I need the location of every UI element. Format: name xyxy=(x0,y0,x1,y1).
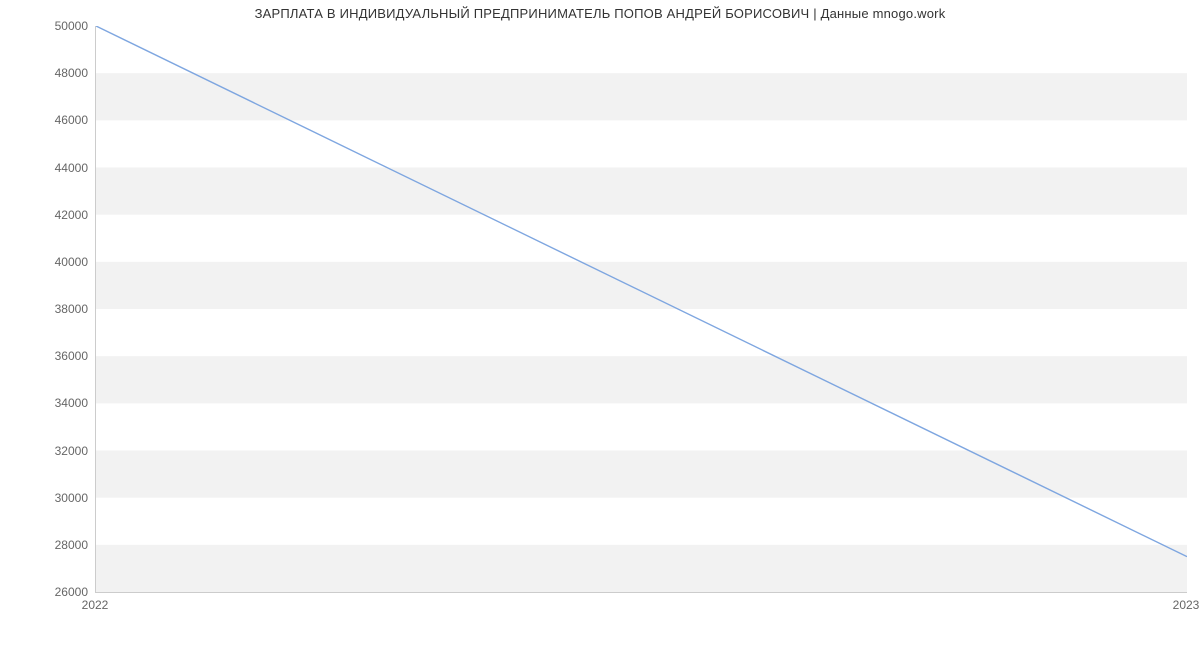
y-tick-label: 32000 xyxy=(8,444,88,458)
y-tick-label: 50000 xyxy=(8,19,88,33)
y-tick-label: 46000 xyxy=(8,113,88,127)
chart-title: ЗАРПЛАТА В ИНДИВИДУАЛЬНЫЙ ПРЕДПРИНИМАТЕЛ… xyxy=(0,6,1200,21)
x-tick-label: 2022 xyxy=(82,598,109,612)
plot-area xyxy=(95,26,1187,593)
y-tick-label: 36000 xyxy=(8,349,88,363)
y-tick-label: 28000 xyxy=(8,538,88,552)
y-tick-label: 48000 xyxy=(8,66,88,80)
x-tick-label: 2023 xyxy=(1173,598,1200,612)
y-tick-label: 44000 xyxy=(8,161,88,175)
data-line xyxy=(96,26,1187,592)
y-tick-label: 38000 xyxy=(8,302,88,316)
chart-container: ЗАРПЛАТА В ИНДИВИДУАЛЬНЫЙ ПРЕДПРИНИМАТЕЛ… xyxy=(0,0,1200,650)
y-tick-label: 34000 xyxy=(8,396,88,410)
y-tick-label: 30000 xyxy=(8,491,88,505)
y-tick-label: 26000 xyxy=(8,585,88,599)
y-tick-label: 40000 xyxy=(8,255,88,269)
y-tick-label: 42000 xyxy=(8,208,88,222)
